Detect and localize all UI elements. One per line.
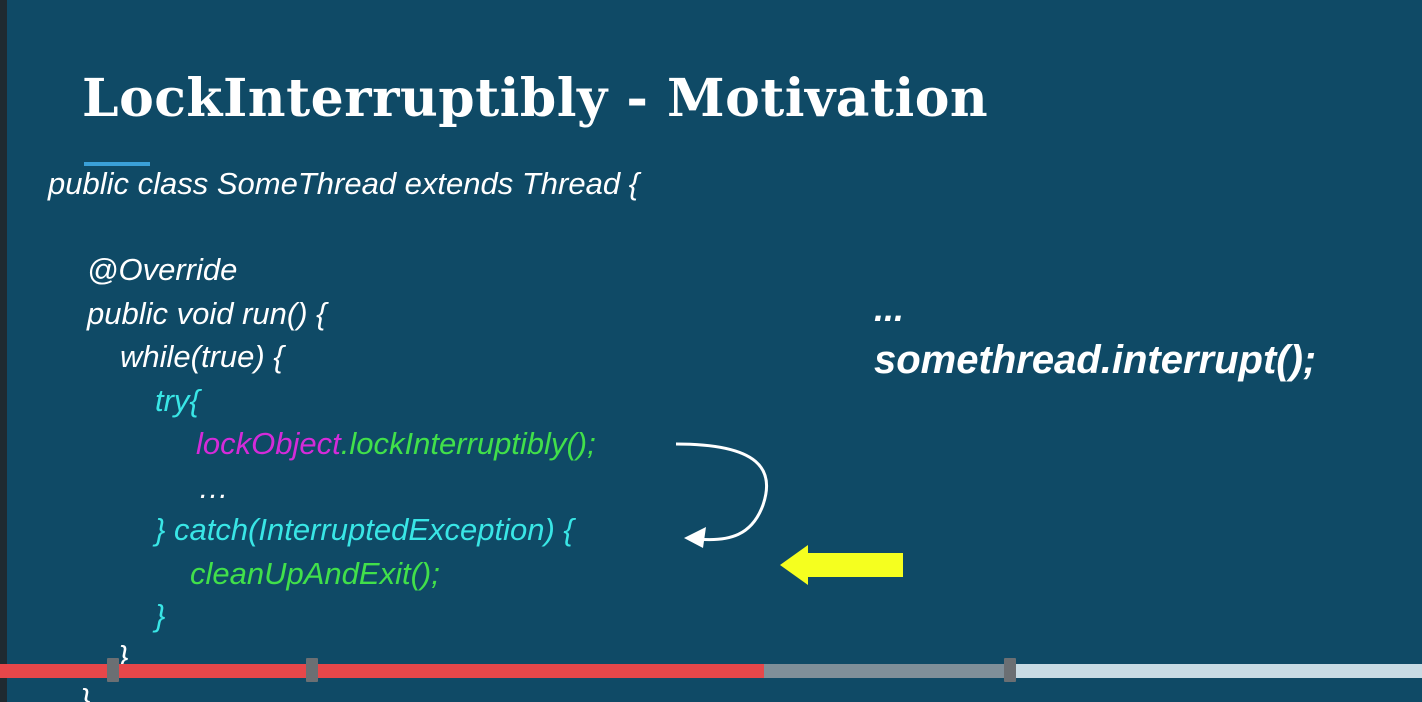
yellow-pointer-arrow: [780, 545, 903, 585]
chapter-marker[interactable]: [1004, 658, 1016, 682]
presentation-slide: LockInterruptibly - Motivation public cl…: [0, 0, 1422, 702]
video-progress-bar[interactable]: [0, 658, 1422, 682]
annotation-arrows: [675, 442, 903, 585]
chapter-marker[interactable]: [306, 658, 318, 682]
chapter-marker[interactable]: [107, 658, 119, 682]
curved-flow-arrow: [675, 442, 768, 548]
